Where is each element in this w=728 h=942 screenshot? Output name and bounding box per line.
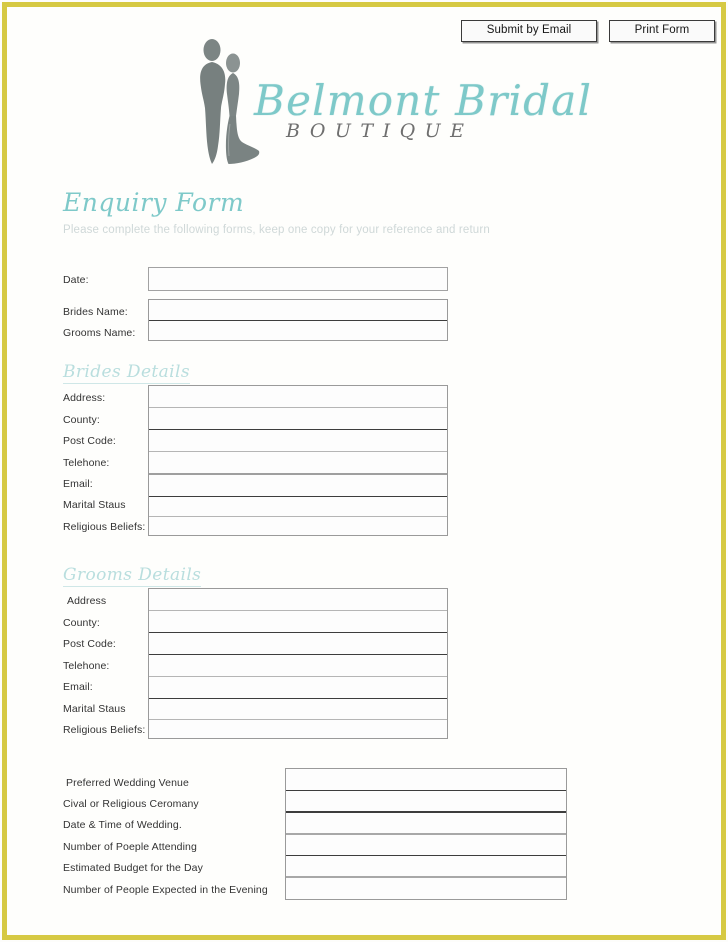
logo-script-text: Belmont Bridal <box>254 76 593 125</box>
wedding-details-input-group <box>285 768 567 900</box>
label-grooms-post-code: Post Code: <box>63 638 116 650</box>
page-title: Enquiry Form <box>63 188 245 217</box>
input-wedding-date-time[interactable] <box>286 813 566 833</box>
input-grooms-post-code[interactable] <box>149 633 447 654</box>
label-grooms-name: Grooms Name: <box>63 327 136 339</box>
label-grooms-religious-beliefs: Religious Beliefs: <box>63 724 146 736</box>
label-brides-post-code: Post Code: <box>63 435 116 447</box>
input-number-evening[interactable] <box>286 878 566 899</box>
input-date[interactable] <box>148 267 448 291</box>
print-form-button[interactable]: Print Form <box>609 20 715 43</box>
input-brides-post-code[interactable] <box>149 430 447 451</box>
input-ceremony-type[interactable] <box>286 791 566 811</box>
label-date: Date: <box>63 274 89 286</box>
bride-and-groom-silhouette-icon <box>200 39 260 164</box>
label-grooms-address: Address <box>67 595 107 607</box>
input-grooms-email[interactable] <box>149 677 447 698</box>
label-grooms-county: County: <box>63 617 100 629</box>
label-grooms-email: Email: <box>63 681 93 693</box>
input-brides-address[interactable] <box>149 386 447 407</box>
input-grooms-religious-beliefs[interactable] <box>149 720 447 739</box>
input-brides-marital-status[interactable] <box>149 497 447 516</box>
section-heading-brides: Brides Details <box>63 362 190 384</box>
label-brides-marital-status: Marital Staus <box>63 499 126 511</box>
brand-logo: Belmont Bridal BOUTIQUE <box>196 38 591 166</box>
label-brides-religious-beliefs: Religious Beliefs: <box>63 521 146 533</box>
input-brides-religious-beliefs[interactable] <box>149 517 447 536</box>
input-brides-name[interactable] <box>149 300 447 321</box>
page-border-right <box>721 2 726 940</box>
label-number-evening: Number of People Expected in the Evening <box>63 884 268 896</box>
input-grooms-name[interactable] <box>149 321 447 341</box>
input-preferred-wedding-venue[interactable] <box>286 769 566 790</box>
form-page: Submit by Email Print Form Belmont Brida… <box>0 0 728 942</box>
brides-details-input-group <box>148 385 448 536</box>
label-brides-county: County: <box>63 414 100 426</box>
input-estimated-budget[interactable] <box>286 856 566 876</box>
label-number-attending: Number of Poeple Attending <box>63 841 197 853</box>
label-ceremony-type: Cival or Religious Ceromany <box>63 798 199 810</box>
page-border-bottom <box>2 935 726 940</box>
label-brides-telephone: Telehone: <box>63 457 110 469</box>
input-grooms-county[interactable] <box>149 611 447 632</box>
page-subtitle: Please complete the following forms, kee… <box>63 224 490 236</box>
page-border-left <box>2 2 7 940</box>
logo-sub-text: BOUTIQUE <box>286 120 474 142</box>
grooms-details-input-group <box>148 588 448 739</box>
label-brides-name: Brides Name: <box>63 306 128 318</box>
label-brides-email: Email: <box>63 478 93 490</box>
label-estimated-budget: Estimated Budget for the Day <box>63 862 203 874</box>
input-grooms-marital-status[interactable] <box>149 699 447 719</box>
label-grooms-marital-status: Marital Staus <box>63 703 126 715</box>
input-number-attending[interactable] <box>286 835 566 855</box>
page-border-top <box>2 2 726 7</box>
input-brides-telephone[interactable] <box>149 452 447 473</box>
input-grooms-telephone[interactable] <box>149 655 447 676</box>
names-input-group <box>148 299 448 341</box>
input-brides-county[interactable] <box>149 408 447 429</box>
section-heading-grooms: Grooms Details <box>63 565 202 587</box>
input-grooms-address[interactable] <box>149 589 447 610</box>
label-brides-address: Address: <box>63 392 106 404</box>
label-preferred-wedding-venue: Preferred Wedding Venue <box>66 777 189 789</box>
input-brides-email[interactable] <box>149 475 447 496</box>
label-wedding-date-time: Date & Time of Wedding. <box>63 819 182 831</box>
label-grooms-telephone: Telehone: <box>63 660 110 672</box>
